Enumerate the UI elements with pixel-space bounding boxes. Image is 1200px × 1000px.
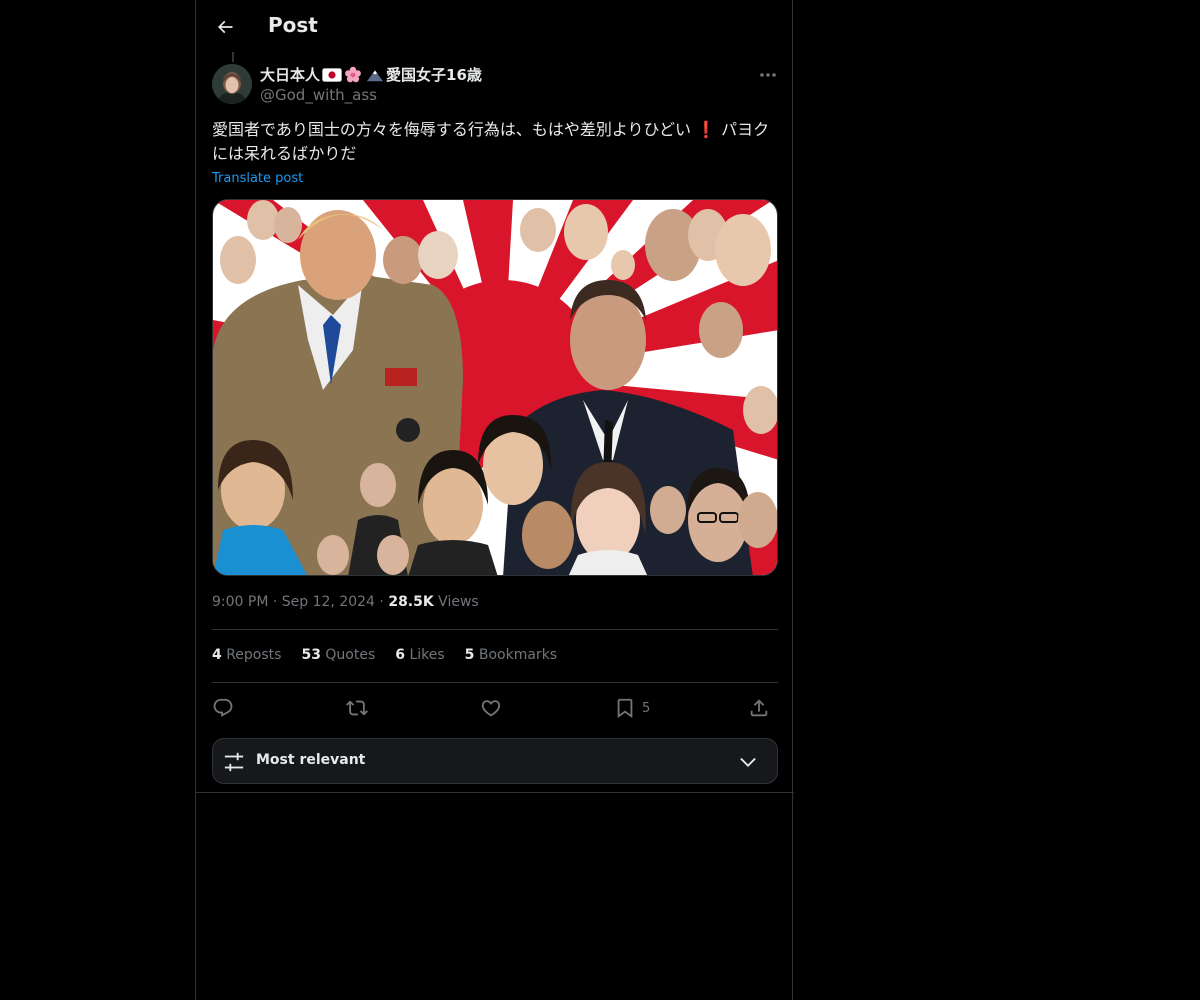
reply-sort-dropdown[interactable]: Most relevant <box>212 738 778 784</box>
views-label: Views <box>438 594 479 610</box>
post-date[interactable]: Sep 12, 2024 <box>282 594 375 610</box>
stat-bookmarks[interactable]: 5 Bookmarks <box>465 647 557 663</box>
meta-separator: · <box>379 594 384 610</box>
stat-count: 4 <box>212 647 222 663</box>
like-button[interactable] <box>480 693 502 723</box>
avatar-image <box>212 64 252 104</box>
post-text: 愛国者であり国士の方々を侮辱する行為は、もはや差別よりひどい ❗ パヨクには呆れ… <box>212 118 780 166</box>
chevron-down-icon <box>740 757 756 767</box>
avatar[interactable] <box>212 64 252 104</box>
collage-image <box>213 200 777 575</box>
post-media-image[interactable] <box>212 199 778 576</box>
divider <box>212 682 778 683</box>
stat-quotes[interactable]: 53 Quotes <box>301 647 375 663</box>
share-icon <box>750 699 768 717</box>
cherry-blossom-icon <box>345 66 361 82</box>
meta-separator: · <box>272 594 278 610</box>
page-title: Post <box>268 13 318 37</box>
heart-icon <box>481 700 501 717</box>
more-icon <box>760 73 776 77</box>
page-header: Post <box>196 0 794 54</box>
section-divider <box>196 792 794 793</box>
reply-button[interactable] <box>212 693 234 723</box>
share-button[interactable] <box>748 693 770 723</box>
post-meta: 9:00 PM · Sep 12, 2024 · 28.5K Views <box>212 594 479 610</box>
stat-label: Quotes <box>325 647 376 663</box>
stat-count: 53 <box>301 647 321 663</box>
stat-count: 6 <box>395 647 405 663</box>
author-name-suffix: 愛国女子16歳 <box>386 66 482 84</box>
repost-button[interactable] <box>346 693 368 723</box>
stat-count: 5 <box>464 647 475 663</box>
stat-label: Bookmarks <box>478 647 558 663</box>
sort-label: Most relevant <box>256 752 366 768</box>
more-options-button[interactable] <box>756 64 780 86</box>
arrow-left-icon <box>217 20 233 34</box>
repost-icon <box>346 700 368 716</box>
exclamation-emoji: ❗ <box>696 120 717 139</box>
reply-icon <box>213 698 233 717</box>
bookmark-icon <box>617 698 633 719</box>
bookmark-button[interactable]: 5 <box>614 693 650 723</box>
translate-post-link[interactable]: Translate post <box>212 171 303 186</box>
mount-fuji-icon <box>366 70 384 81</box>
author-name: 大日本人 <box>260 66 321 84</box>
action-bar: 5 <box>212 693 778 723</box>
author-handle[interactable]: @God_with_ass <box>260 86 377 104</box>
author-name-row[interactable]: 大日本人 愛国女子16歳 <box>260 64 482 85</box>
stat-likes[interactable]: 6 Likes <box>395 647 444 663</box>
post-stats: 4 Reposts 53 Quotes 6 Likes 5 Bookmarks <box>212 647 557 663</box>
back-button[interactable] <box>208 10 242 44</box>
thread-line <box>232 52 234 62</box>
views-count: 28.5K <box>388 594 434 610</box>
stat-label: Reposts <box>226 647 282 663</box>
primary-column: Post 大日本人 愛国女子16歳 @God_with_ass 愛国者であり国士… <box>195 0 794 1000</box>
bookmark-count: 5 <box>642 700 651 716</box>
stat-reposts[interactable]: 4 Reposts <box>212 647 281 663</box>
stat-label: Likes <box>409 647 445 663</box>
japan-flag-icon <box>322 67 342 82</box>
sliders-icon <box>224 752 244 772</box>
divider <box>212 629 778 630</box>
post-text-part1: 愛国者であり国士の方々を侮辱する行為は、もはや差別よりひどい <box>212 120 692 139</box>
post-time[interactable]: 9:00 PM <box>212 594 268 610</box>
